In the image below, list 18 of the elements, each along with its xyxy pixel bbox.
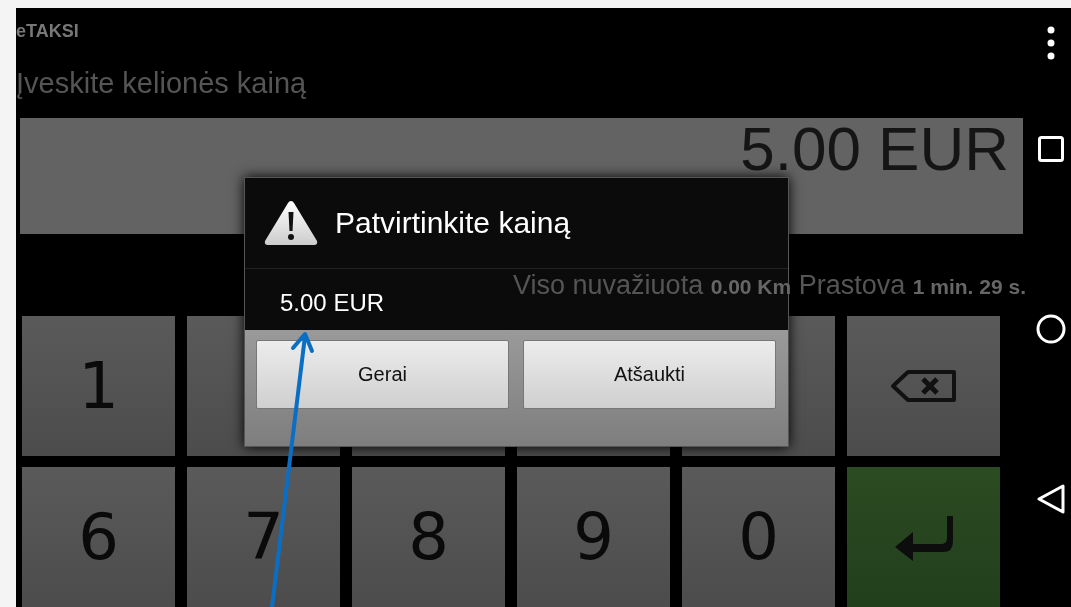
digit-key[interactable]: 7 xyxy=(187,467,340,607)
screen-heading: Įveskite kelionės kainą xyxy=(16,66,307,101)
app-title: eTAKSI xyxy=(16,21,79,41)
dialog-button[interactable]: Gerai xyxy=(256,340,509,409)
digit-key[interactable]: 8 xyxy=(352,467,505,607)
digit-key[interactable]: 6 xyxy=(22,467,175,607)
digit-key[interactable]: 9 xyxy=(517,467,670,607)
dialog-button[interactable]: Atšaukti xyxy=(523,340,776,409)
digit-key[interactable]: 1 xyxy=(22,316,175,456)
backspace-icon xyxy=(889,369,958,403)
backspace-key[interactable] xyxy=(847,316,1000,456)
home-icon[interactable] xyxy=(1035,314,1066,344)
back-icon[interactable] xyxy=(1036,484,1065,514)
dialog-message: 5.00 EUR xyxy=(279,288,385,318)
recent-apps-icon[interactable] xyxy=(1037,136,1064,162)
warning-icon xyxy=(263,199,319,247)
digit-key[interactable]: 0 xyxy=(682,467,835,607)
overflow-menu-icon[interactable] xyxy=(1046,26,1055,60)
